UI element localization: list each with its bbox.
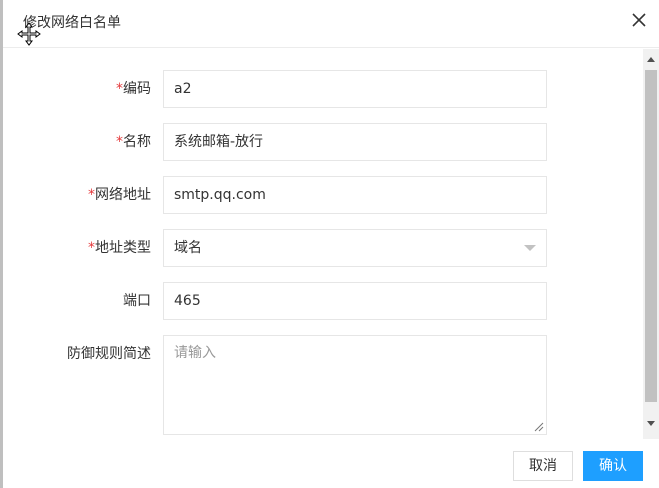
- code-label: *编码: [116, 70, 151, 108]
- port-label-text: 端口: [123, 293, 151, 309]
- scroll-thumb[interactable]: [645, 70, 657, 402]
- desc-label-text: 防御规则简述: [67, 346, 151, 362]
- dialog-header: 修改网络白名单: [3, 0, 659, 48]
- addr-type-label-text: 地址类型: [95, 240, 151, 256]
- close-icon[interactable]: [631, 12, 647, 28]
- port-input[interactable]: 465: [163, 282, 547, 320]
- dialog-footer: 取消 确认: [3, 440, 659, 488]
- required-mark: *: [88, 240, 95, 256]
- vertical-scrollbar[interactable]: [643, 49, 659, 439]
- required-mark: *: [88, 187, 95, 203]
- edit-whitelist-dialog: 修改网络白名单 *编码 a2 *名称 系统邮箱-放行 *网络地址 smtp.qq…: [0, 0, 659, 488]
- addr-type-value: 域名: [174, 240, 202, 256]
- name-input[interactable]: 系统邮箱-放行: [163, 123, 547, 161]
- scroll-up-arrow-icon[interactable]: [647, 57, 655, 62]
- addr-type-select[interactable]: 域名: [163, 229, 547, 267]
- desc-textarea[interactable]: 请输入: [163, 335, 547, 435]
- scroll-down-arrow-icon[interactable]: [647, 421, 655, 426]
- addr-type-label: *地址类型: [88, 229, 151, 267]
- address-label: *网络地址: [88, 176, 151, 214]
- port-label: 端口: [123, 282, 151, 320]
- required-mark: *: [116, 81, 123, 97]
- address-label-text: 网络地址: [95, 187, 151, 203]
- move-cursor-icon[interactable]: [17, 22, 41, 46]
- cancel-button[interactable]: 取消: [513, 451, 573, 481]
- dialog-body: *编码 a2 *名称 系统邮箱-放行 *网络地址 smtp.qq.com *地址…: [3, 49, 643, 439]
- desc-placeholder: 请输入: [174, 345, 216, 361]
- name-label-text: 名称: [123, 134, 151, 150]
- desc-label: 防御规则简述: [67, 335, 151, 373]
- code-label-text: 编码: [123, 81, 151, 97]
- required-mark: *: [116, 134, 123, 150]
- code-input[interactable]: a2: [163, 70, 547, 108]
- confirm-button[interactable]: 确认: [583, 451, 643, 481]
- chevron-down-icon: [524, 245, 536, 251]
- resize-handle-icon[interactable]: [534, 422, 544, 432]
- name-label: *名称: [116, 123, 151, 161]
- address-input[interactable]: smtp.qq.com: [163, 176, 547, 214]
